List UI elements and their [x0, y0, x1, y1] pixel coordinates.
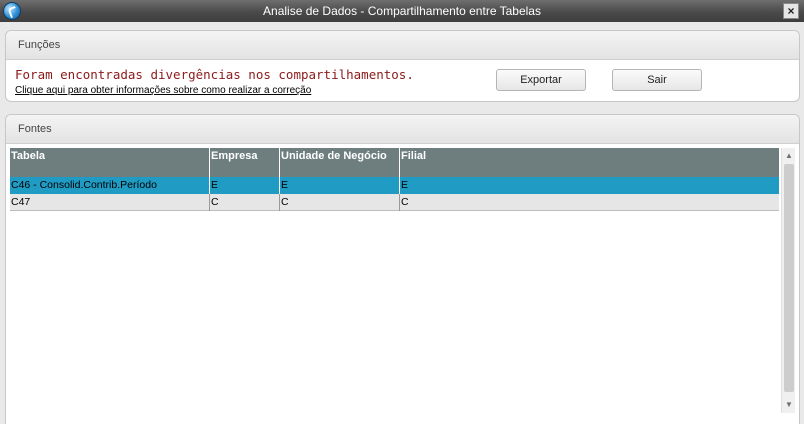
scroll-down-arrow-icon[interactable]: ▼ — [782, 399, 796, 411]
table-cell: C46 - Consolid.Contrib.Período — [10, 177, 210, 194]
table-cell: C47 — [10, 194, 210, 211]
close-button[interactable]: × — [783, 3, 799, 19]
fontes-header: Fontes — [6, 115, 799, 144]
title-bar[interactable]: Analise de Dados - Compartilhamento entr… — [0, 0, 804, 22]
column-header-unidade-negocio[interactable]: Unidade de Negócio — [280, 148, 400, 177]
table-row[interactable]: C46 - Consolid.Contrib.Período E E E — [10, 177, 779, 194]
funcoes-panel: Funções Foram encontradas divergências n… — [5, 30, 800, 102]
correction-help-link[interactable]: Clique aqui para obter informações sobre… — [15, 85, 311, 96]
export-button-label: Exportar — [520, 74, 562, 86]
vertical-scrollbar[interactable]: ▲ ▼ — [781, 148, 795, 413]
divergence-message: Foram encontradas divergências nos compa… — [15, 67, 414, 82]
dialog-window: Analise de Dados - Compartilhamento entr… — [0, 0, 804, 424]
exit-button[interactable]: Sair — [612, 69, 702, 91]
table-cell: C — [401, 196, 409, 208]
table-cell: E — [280, 177, 400, 194]
exit-button-label: Sair — [647, 74, 667, 86]
table-cell: C — [210, 194, 280, 211]
funcoes-header: Funções — [6, 31, 799, 60]
table-cell: C — [280, 194, 400, 211]
column-header-filial[interactable]: Filial — [400, 148, 779, 177]
sharing-table: Tabela Empresa Unidade de Negócio Filial… — [10, 148, 779, 423]
table-cell: E — [401, 179, 409, 191]
export-button[interactable]: Exportar — [496, 69, 586, 91]
table-row[interactable]: C47 C C C — [10, 194, 779, 211]
window-title: Analise de Dados - Compartilhamento entr… — [263, 4, 541, 18]
column-header-tabela[interactable]: Tabela — [10, 148, 210, 177]
scroll-thumb[interactable] — [784, 164, 794, 392]
table-header: Tabela Empresa Unidade de Negócio Filial — [10, 148, 779, 177]
table-cell: E — [210, 177, 280, 194]
scroll-up-arrow-icon[interactable]: ▲ — [782, 150, 796, 162]
column-header-empresa[interactable]: Empresa — [210, 148, 280, 177]
fontes-panel: Fontes Tabela Empresa Unidade de Negócio… — [5, 114, 800, 424]
